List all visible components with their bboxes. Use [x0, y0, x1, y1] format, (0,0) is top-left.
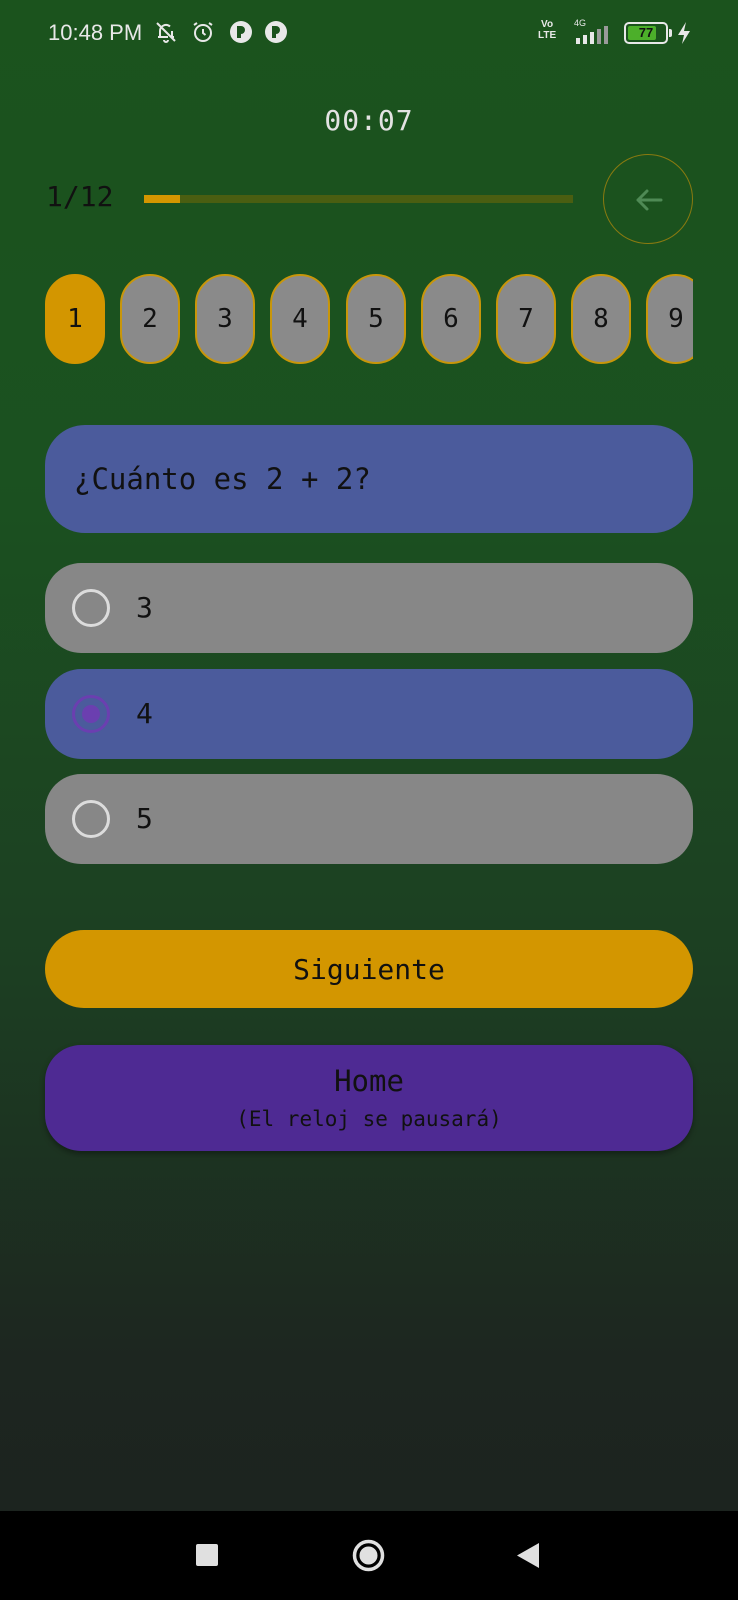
status-time: 10:48 PM — [48, 20, 143, 45]
option-label: 4 — [136, 697, 153, 730]
battery-tip — [669, 29, 672, 37]
signal-icon — [576, 26, 608, 44]
option-label: 5 — [136, 802, 153, 835]
nav-home-button[interactable] — [324, 1511, 413, 1600]
option-label: 3 — [136, 591, 153, 624]
progress-bar — [144, 195, 573, 203]
nav-back-button[interactable] — [484, 1511, 573, 1600]
radio-dot — [82, 705, 100, 723]
quiz-timer: 00:07 — [324, 104, 414, 137]
answer-option[interactable]: 4 — [45, 669, 693, 759]
home-button[interactable]: Home (El reloj se pausará) — [45, 1045, 693, 1151]
question-pill[interactable]: 4 — [270, 274, 330, 364]
app-notification-icon — [264, 20, 288, 44]
question-text: ¿Cuánto es 2 + 2? — [74, 462, 371, 496]
battery-icon: 77 — [624, 22, 668, 44]
next-button[interactable]: Siguiente — [45, 930, 693, 1008]
arrow-left-icon — [636, 189, 663, 211]
question-pill[interactable]: 1 — [45, 274, 105, 364]
battery-level: 77 — [638, 25, 654, 40]
question-pill[interactable]: 5 — [346, 274, 406, 364]
answer-option[interactable]: 3 — [45, 563, 693, 653]
question-card: ¿Cuánto es 2 + 2? — [45, 425, 693, 533]
question-pill[interactable]: 3 — [195, 274, 255, 364]
app-notification-icon — [229, 20, 253, 44]
answer-option[interactable]: 5 — [45, 774, 693, 864]
recents-button[interactable] — [163, 1511, 252, 1600]
home-button-sublabel: (El reloj se pausará) — [236, 1107, 502, 1131]
system-nav-bar — [0, 1511, 738, 1600]
question-pill[interactable]: 6 — [421, 274, 481, 364]
recents-icon — [196, 1544, 218, 1566]
question-counter: 1/12 — [46, 180, 114, 213]
radio-button[interactable] — [72, 800, 110, 838]
back-button[interactable] — [603, 154, 693, 244]
question-pill[interactable]: 9 — [646, 274, 693, 364]
question-pills: 1 2 3 4 5 6 7 8 9 — [45, 274, 693, 366]
alarm-icon — [191, 20, 215, 44]
question-pill[interactable]: 7 — [496, 274, 556, 364]
question-pill[interactable]: 8 — [571, 274, 631, 364]
question-pill[interactable]: 2 — [120, 274, 180, 364]
mute-icon — [154, 20, 178, 44]
status-bar: 10:48 PM Vo LTE 4G 77 — [0, 0, 738, 66]
charging-icon — [678, 22, 690, 44]
back-icon — [517, 1543, 539, 1568]
volte-indicator: Vo LTE — [538, 19, 557, 41]
radio-button[interactable] — [72, 695, 110, 733]
home-button-label: Home — [334, 1064, 404, 1098]
home-icon — [352, 1539, 385, 1572]
radio-button[interactable] — [72, 589, 110, 627]
progress-fill — [144, 195, 180, 203]
